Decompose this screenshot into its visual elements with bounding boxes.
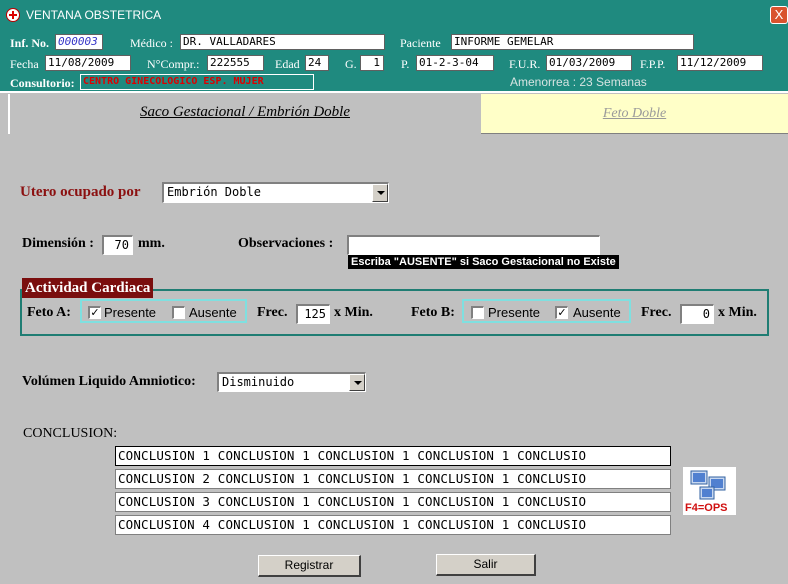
utero-select[interactable]: Embrión Doble — [162, 182, 389, 203]
dimension-field[interactable]: 70 — [102, 235, 133, 255]
feto-b-xmin: x Min. — [718, 305, 757, 320]
salir-button[interactable]: Salir — [436, 554, 536, 576]
feto-a-xmin: x Min. — [334, 305, 373, 320]
paciente-label: Paciente — [400, 36, 441, 50]
feto-a-frec-field[interactable]: 125 — [296, 304, 330, 324]
utero-value: Embrión Doble — [167, 185, 261, 199]
conclusion-line-1[interactable]: CONCLUSION 1 CONCLUSION 1 CONCLUSION 1 C… — [115, 446, 671, 466]
feto-b-frec-field[interactable]: 0 — [680, 304, 714, 324]
tab-feto-doble[interactable]: Feto Doble — [481, 94, 788, 134]
conclusion-line-3[interactable]: CONCLUSION 3 CONCLUSION 1 CONCLUSION 1 C… — [115, 492, 671, 512]
consultorio-label: Consultorio: — [10, 76, 75, 90]
f4-ops-label: F4=OPS — [685, 502, 728, 514]
feto-a-presente-label[interactable]: Presente — [104, 305, 156, 320]
checkmark-icon: ✓ — [90, 306, 100, 319]
g-label: G. — [345, 57, 357, 71]
observaciones-label: Observaciones : — [238, 236, 334, 251]
app-cross-icon — [6, 8, 20, 22]
consultorio-field[interactable]: CENTRO GINECOLOGICO ESP. MUJER — [80, 74, 314, 90]
feto-a-frec-label: Frec. — [257, 305, 288, 320]
close-button[interactable]: X — [770, 6, 788, 24]
fecha-label: Fecha — [10, 57, 39, 71]
window-title: VENTANA OBSTETRICA — [26, 8, 162, 22]
inf-no-label: Inf. No. — [10, 36, 50, 50]
feto-a-label: Feto A: — [27, 305, 71, 320]
ncompr-label: N°Compr.: — [147, 57, 200, 71]
amenorrea-text: Amenorrea : 23 Semanas — [510, 75, 647, 89]
feto-b-presente-checkbox[interactable] — [471, 306, 484, 319]
tab-label: Saco Gestacional / Embrión Doble — [140, 104, 350, 120]
g-field[interactable]: 1 — [360, 55, 384, 71]
edad-label: Edad — [275, 57, 300, 71]
feto-a-presente-checkbox[interactable]: ✓ — [88, 306, 101, 319]
medico-field[interactable]: DR. VALLADARES — [180, 34, 385, 50]
edad-field[interactable]: 24 — [305, 55, 329, 71]
fpp-field[interactable]: 11/12/2009 — [677, 55, 763, 71]
conclusion-line-2[interactable]: CONCLUSION 2 CONCLUSION 1 CONCLUSION 1 C… — [115, 469, 671, 489]
feto-a-ausente-label[interactable]: Ausente — [189, 305, 237, 320]
inf-no-field[interactable]: 000003 — [55, 34, 103, 50]
fur-field[interactable]: 01/03/2009 — [546, 55, 632, 71]
fpp-label: F.P.P. — [640, 57, 666, 71]
observaciones-field[interactable] — [347, 235, 600, 255]
f4-ops-icon[interactable]: F4=OPS — [683, 467, 736, 515]
feto-a-ausente-checkbox[interactable] — [172, 306, 185, 319]
fur-label: F.U.R. — [509, 57, 541, 71]
tab-saco-gestacional[interactable]: Saco Gestacional / Embrión Doble — [8, 94, 480, 134]
feto-b-frec-label: Frec. — [641, 305, 672, 320]
checkmark-icon: ✓ — [557, 306, 567, 319]
chevron-down-icon[interactable] — [372, 184, 388, 202]
liquido-label: Volúmen Liquido Amniotico: — [22, 374, 196, 389]
p-label: P. — [401, 57, 410, 71]
fecha-field[interactable]: 11/08/2009 — [45, 55, 131, 71]
ncompr-field[interactable]: 222555 — [207, 55, 264, 71]
feto-b-ausente-checkbox[interactable]: ✓ — [555, 306, 568, 319]
observaciones-hint: Escriba "AUSENTE" si Saco Gestacional no… — [348, 255, 619, 269]
dimension-label: Dimensión : — [22, 236, 94, 251]
liquido-select[interactable]: Disminuido — [217, 372, 366, 392]
conclusion-label: CONCLUSION: — [23, 426, 118, 441]
feto-b-ausente-label[interactable]: Ausente — [573, 305, 621, 320]
tab-label: Feto Doble — [602, 106, 667, 121]
registrar-button[interactable]: Registrar — [258, 555, 361, 577]
utero-label: Utero ocupado por — [20, 184, 141, 200]
conclusion-line-4[interactable]: CONCLUSION 4 CONCLUSION 1 CONCLUSION 1 C… — [115, 515, 671, 535]
chevron-down-icon[interactable] — [349, 374, 365, 391]
dimension-unit: mm. — [138, 236, 165, 251]
liquido-value: Disminuido — [222, 375, 295, 389]
feto-b-presente-label[interactable]: Presente — [488, 305, 540, 320]
paciente-field[interactable]: INFORME GEMELAR — [451, 34, 694, 50]
actividad-cardiaca-legend: Actividad Cardiaca — [22, 278, 154, 298]
feto-b-label: Feto B: — [411, 305, 455, 320]
p-field[interactable]: 01-2-3-04 — [416, 55, 494, 71]
medico-label: Médico : — [130, 36, 173, 50]
